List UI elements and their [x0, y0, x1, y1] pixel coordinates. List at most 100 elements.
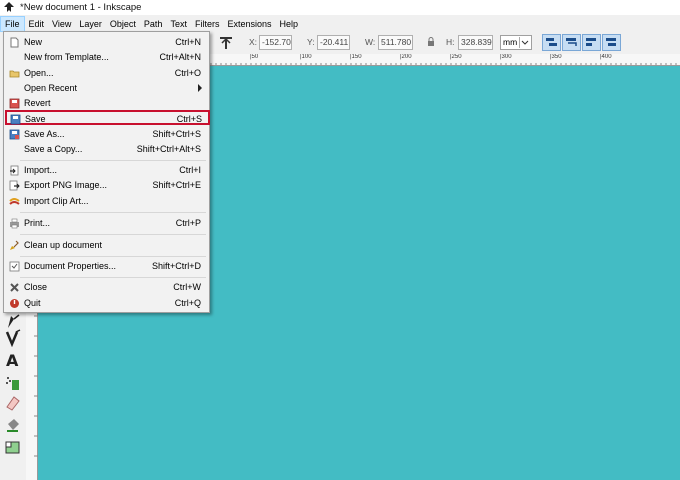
menu-item-label: Open... [24, 68, 54, 78]
menu-item-shortcut: Ctrl+W [173, 282, 201, 292]
menu-item-shortcut: Shift+Ctrl+E [152, 180, 201, 190]
ruler-label-150: |150 [350, 54, 362, 60]
transform-corners-button[interactable] [562, 34, 581, 51]
menu-item-label: Quit [24, 298, 41, 308]
menu-item-label: Save [25, 114, 46, 124]
menu-item-shortcut: Ctrl+P [175, 218, 201, 228]
menu-item-label: Import Clip Art... [24, 196, 89, 206]
ruler-label-300: |300 [500, 54, 512, 60]
menu-item-export-png[interactable]: Export PNG Image... Shift+Ctrl+E [6, 178, 207, 193]
menu-item-save[interactable]: Save Ctrl+S [5, 110, 210, 125]
menu-item-label: Clean up document [24, 240, 103, 250]
menu-separator [20, 212, 206, 213]
raise-to-top-icon[interactable] [218, 35, 234, 51]
unit-select[interactable]: mm [500, 35, 532, 50]
menu-item-import[interactable]: Import... Ctrl+I [6, 163, 207, 178]
calligraphy-tool-icon[interactable] [4, 329, 22, 348]
menu-separator [20, 160, 206, 161]
menu-item-print[interactable]: Print... Ctrl+P [6, 216, 207, 231]
menu-item-shortcut: Ctrl+O [174, 68, 201, 78]
menu-item-close[interactable]: Close Ctrl+W [6, 280, 207, 295]
inkscape-window: *New document 1 - Inkscape File Edit Vie… [0, 0, 680, 480]
menu-view[interactable]: View [48, 16, 75, 32]
export-icon [9, 180, 20, 191]
menu-item-import-clip-art[interactable]: Import Clip Art... [6, 194, 207, 209]
menu-item-label: Print... [24, 218, 51, 228]
w-spinner[interactable] [414, 35, 421, 50]
w-label: W: [365, 37, 376, 47]
menu-item-shortcut: Ctrl+Q [174, 298, 201, 308]
menu-item-label: Import... [24, 165, 58, 175]
menu-item-label: New [24, 37, 43, 47]
svg-text:A: A [6, 351, 19, 369]
menu-path[interactable]: Path [140, 16, 167, 32]
menu-layer[interactable]: Layer [75, 16, 106, 32]
x-spinner[interactable] [293, 35, 300, 50]
printer-icon [9, 218, 20, 229]
menu-item-shortcut: Shift+Ctrl+Alt+S [136, 144, 201, 154]
menu-item-save-a-copy[interactable]: Save a Copy... Shift+Ctrl+Alt+S [6, 142, 207, 157]
open-folder-icon [9, 68, 20, 79]
spray-tool-icon[interactable] [4, 374, 22, 392]
menu-item-clean-up-document[interactable]: Clean up document [6, 238, 207, 253]
paint-bucket-tool-icon[interactable] [4, 416, 22, 434]
menu-item-label: Save a Copy... [24, 144, 83, 154]
y-input[interactable]: -20.411 [317, 35, 350, 50]
menu-item-open-recent[interactable]: Open Recent [6, 81, 207, 96]
lock-icon[interactable] [427, 37, 435, 47]
menu-item-label: Revert [24, 98, 51, 108]
menu-separator [20, 277, 206, 278]
y-spinner[interactable] [351, 35, 358, 50]
menu-separator [20, 234, 206, 235]
ruler-label-400: |400 [600, 54, 612, 60]
transform-gradients-button[interactable] [582, 34, 601, 51]
ruler-label-250: |250 [450, 54, 462, 60]
menu-item-new-from-template[interactable]: New from Template... Ctrl+Alt+N [6, 50, 207, 65]
menu-item-shortcut: Ctrl+N [175, 37, 201, 47]
save-as-icon [9, 129, 20, 140]
document-properties-icon [9, 261, 20, 272]
eraser-tool-icon[interactable] [4, 394, 22, 412]
revert-icon [9, 98, 20, 109]
clip-art-icon [9, 196, 20, 207]
menu-extensions[interactable]: Extensions [223, 16, 275, 32]
w-input[interactable]: 511.780 [378, 35, 413, 50]
menu-item-new[interactable]: New Ctrl+N [6, 35, 207, 50]
menu-item-shortcut: Shift+Ctrl+S [152, 129, 201, 139]
menu-item-open[interactable]: Open... Ctrl+O [6, 66, 207, 81]
transform-stroke-button[interactable] [542, 34, 561, 51]
h-input[interactable]: 328.839 [458, 35, 493, 50]
menu-item-revert[interactable]: Revert [6, 96, 207, 111]
menu-item-label: Export PNG Image... [24, 180, 108, 190]
text-tool-icon[interactable]: A [4, 351, 22, 370]
transform-patterns-button[interactable] [602, 34, 621, 51]
window-title: *New document 1 - Inkscape [20, 2, 142, 13]
menu-filters[interactable]: Filters [191, 16, 224, 32]
ruler-label-350: |350 [550, 54, 562, 60]
menu-item-label: Open Recent [24, 83, 78, 93]
save-icon [10, 114, 21, 125]
broom-icon [9, 240, 20, 251]
gradient-tool-icon[interactable] [4, 438, 22, 456]
menu-item-quit[interactable]: Quit Ctrl+Q [6, 296, 207, 311]
menu-item-label: Save As... [24, 129, 65, 139]
menu-item-shortcut: Shift+Ctrl+D [151, 261, 201, 271]
menu-file[interactable]: File [0, 15, 25, 32]
ruler-label-50: |50 [250, 54, 259, 60]
inkscape-logo-icon [3, 2, 15, 13]
menu-text[interactable]: Text [166, 16, 191, 32]
ruler-label-100: |100 [300, 54, 312, 60]
menu-help[interactable]: Help [275, 16, 302, 32]
menu-edit[interactable]: Edit [25, 16, 49, 32]
menu-item-document-properties[interactable]: Document Properties... Shift+Ctrl+D [6, 259, 207, 274]
menu-item-shortcut: Ctrl+I [179, 165, 201, 175]
y-label: Y: [307, 37, 315, 47]
close-icon [9, 282, 20, 293]
menu-item-label: Close [24, 282, 48, 292]
menu-item-save-as[interactable]: Save As... Shift+Ctrl+S [6, 127, 207, 142]
ruler-label-200: |200 [400, 54, 412, 60]
menu-object[interactable]: Object [106, 16, 140, 32]
menu-item-label: Document Properties... [24, 261, 117, 271]
quit-icon [9, 298, 20, 309]
x-input[interactable]: -152.70 [259, 35, 292, 50]
